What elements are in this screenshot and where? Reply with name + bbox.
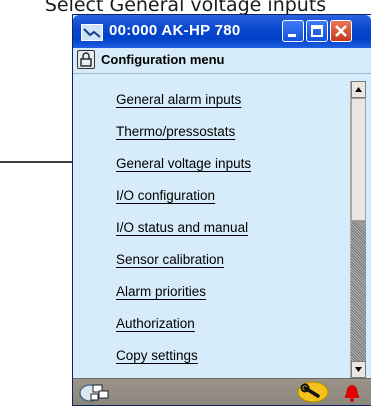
close-button[interactable] [330,20,352,42]
lock-icon [80,52,92,67]
lock-button[interactable] [77,50,95,69]
vertical-scrollbar[interactable] [350,81,366,378]
menu-item-sensor-calibration[interactable]: Sensor calibration [116,252,224,267]
window-title: 00:000 AK-HP 780 [109,22,241,39]
scroll-thumb[interactable] [351,98,366,221]
menu-item-authorization[interactable]: Authorization [116,316,195,331]
menu-item-io-status-and-manual[interactable]: I/O status and manual [116,220,248,235]
scroll-track[interactable] [351,221,366,361]
scroll-up-button[interactable] [351,81,366,98]
status-bar [73,378,371,405]
maximize-button[interactable] [306,20,328,42]
wrench-icon[interactable] [296,380,330,404]
maximize-icon [311,25,323,37]
menu-item-general-voltage-inputs[interactable]: General voltage inputs [116,156,251,171]
menu-title: Configuration menu [101,52,225,67]
app-window: 00:000 AK-HP 780 Configuration menu Gene… [72,14,371,406]
scroll-down-button[interactable] [351,361,366,378]
menu-item-thermo-pressostats[interactable]: Thermo/pressostats [116,124,235,139]
menu-header: Configuration menu [73,48,371,74]
menu-item-general-alarm-inputs[interactable]: General alarm inputs [116,92,241,107]
menu-item-copy-settings[interactable]: Copy settings [116,348,198,363]
title-bar[interactable]: 00:000 AK-HP 780 [73,15,371,48]
menu-item-alarm-priorities[interactable]: Alarm priorities [116,284,206,299]
minimize-button[interactable] [282,20,304,42]
close-icon [335,25,347,37]
menu-list: General alarm inputs Thermo/pressostats … [73,74,349,380]
minimize-icon [288,34,296,37]
network-icon[interactable] [79,381,113,403]
app-icon [81,24,103,41]
menu-item-io-configuration[interactable]: I/O configuration [116,188,215,203]
alarm-bell-icon[interactable] [343,381,361,403]
arrow-up-icon [355,87,362,92]
arrow-down-icon [355,367,362,372]
